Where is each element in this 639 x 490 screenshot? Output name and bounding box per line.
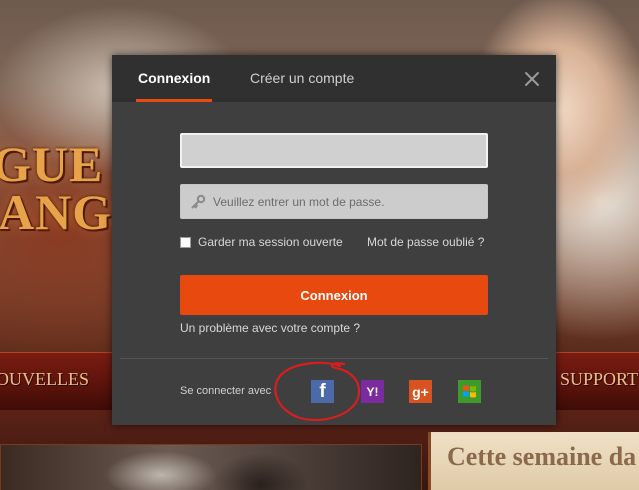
close-icon[interactable] — [523, 70, 541, 88]
remember-session-checkbox[interactable] — [180, 237, 191, 248]
news-title: Cette semaine da — [447, 442, 637, 471]
google-plus-login-button[interactable]: g+ — [409, 380, 432, 403]
nav-item-support[interactable]: SUPPORT — [560, 369, 638, 390]
key-icon — [190, 194, 206, 210]
forgot-password-link[interactable]: Mot de passe oublié ? — [367, 235, 484, 249]
tab-login-label: Connexion — [138, 70, 211, 86]
red-circle-annotation — [274, 361, 361, 422]
windows-icon — [463, 385, 476, 398]
modal-header: Connexion Créer un compte — [112, 55, 556, 102]
active-tab-indicator — [136, 99, 213, 102]
connect-with-label: Se connecter avec : — [180, 385, 278, 397]
yahoo-icon: Y! — [366, 384, 379, 399]
news-panel: Cette semaine da — [428, 432, 639, 490]
windows-live-login-button[interactable] — [458, 380, 481, 403]
login-button[interactable]: Connexion — [180, 275, 488, 315]
tab-create-account[interactable]: Créer un compte — [250, 55, 354, 102]
remember-session-label[interactable]: Garder ma session ouverte — [198, 235, 343, 249]
google-plus-icon: g+ — [412, 383, 429, 400]
news-image — [0, 444, 422, 490]
nav-item-news[interactable]: OUVELLES — [0, 369, 89, 390]
account-problem-link[interactable]: Un problème avec votre compte ? — [180, 321, 360, 335]
password-input[interactable] — [180, 184, 488, 219]
username-input[interactable] — [180, 133, 488, 168]
tab-login[interactable]: Connexion — [136, 55, 213, 102]
tab-create-account-label: Créer un compte — [250, 70, 355, 86]
